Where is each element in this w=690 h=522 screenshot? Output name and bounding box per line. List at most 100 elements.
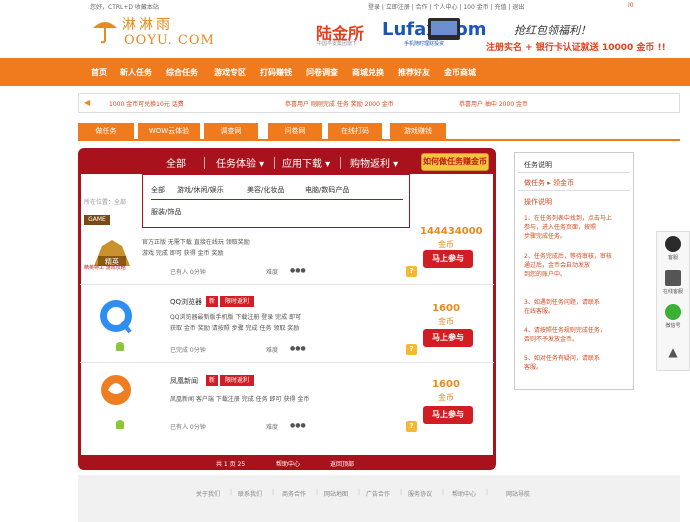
how-to-earn-button[interactable]: 如何做任务赚金币 (421, 153, 489, 171)
task-desc: QQ浏览器最新版手机版 下载注册 登录 完成 即可 (170, 314, 302, 321)
sidebar-step: 否则不予发放金币。 (524, 336, 579, 343)
task-desc: 凤凰新闻 客户端 下载注册 完成 任务 即可 获得 金币 (170, 396, 310, 403)
nav-coin-mall[interactable]: 金币商城 (444, 67, 476, 78)
subtab-game-earn[interactable]: 游戏赚钱 (390, 123, 446, 139)
footer-nav[interactable]: 网站导航 (506, 489, 530, 498)
online-service-button[interactable]: 在线客服 (660, 270, 686, 295)
footer-contact[interactable]: 联系我们 (238, 489, 262, 498)
task-desc: 获取 金币 奖励 请按照 步骤 完成 任务 领取 奖励 (170, 325, 300, 332)
filter-shopping-rebate[interactable]: 购物返利 ▾ (350, 155, 398, 170)
top-bar: 您好，CTRL+D 收藏本站 登录 | 立即注册 | 合作 | 个人中心 | 1… (0, 0, 690, 12)
divider (518, 190, 630, 191)
qq-icon (665, 236, 681, 252)
filter-task-experience[interactable]: 任务体验 ▾ (216, 155, 264, 170)
category-beauty[interactable]: 美容/化妆品 (247, 185, 284, 195)
welcome-text: 您好，CTRL+D 收藏本站 (90, 2, 159, 11)
footer-sitemap[interactable]: 网站地图 (324, 489, 348, 498)
category-electronics[interactable]: 电脑/数码产品 (305, 185, 349, 195)
footer-ads[interactable]: 广告合作 (366, 489, 390, 498)
divider (274, 157, 275, 169)
task-desc: 官方正版 无需下载 直接在线玩 领取奖励 (142, 239, 250, 246)
notice-item[interactable]: 恭喜用户 刚刚完成 任务 奖励 2000 金币 (285, 99, 394, 108)
sidebar-step: 客服。 (524, 364, 543, 371)
logo-chinese[interactable]: 淋淋雨 (122, 14, 173, 34)
footer-business[interactable]: 商务合作 (282, 489, 306, 498)
footer-sep: | (272, 489, 275, 496)
subtab-survey-site[interactable]: 调查网 (204, 123, 258, 139)
join-task-button[interactable]: 马上参与 (423, 406, 473, 424)
task-reward-unit: 金币 (438, 317, 454, 326)
sidebar-step: 在线客服。 (524, 308, 555, 315)
qq-service-button[interactable]: 客服 (660, 236, 686, 261)
umbrella-logo-icon[interactable] (90, 14, 120, 44)
task-meta-time: 已完成 0分钟 (170, 347, 206, 354)
difficulty-stars-icon: ●●● (290, 267, 306, 274)
footer-about[interactable]: 关于我们 (196, 489, 220, 498)
user-links[interactable]: 登录 | 立即注册 | 合作 | 个人中心 | 100 金币 | 充值 | 退出 (368, 2, 524, 11)
nav-captcha[interactable]: 打码赚钱 (260, 67, 292, 78)
game-caption: 精英特工 游戏攻略 (84, 265, 126, 271)
nav-games[interactable]: 游戏专区 (214, 67, 246, 78)
nav-home[interactable]: 首页 (91, 67, 107, 78)
footer-terms[interactable]: 服务协议 (408, 489, 432, 498)
filter-all[interactable]: 全部 (166, 155, 186, 170)
footer-sep: | (316, 489, 319, 496)
sidebar-step: 到您的账户中。 (524, 271, 567, 278)
sidebar-section-title: 操作说明 (524, 198, 552, 206)
banner-promo[interactable]: 注册实名 + 银行卡认证就送 10000 金币 !! (486, 40, 666, 53)
footer-sep: | (400, 489, 403, 496)
task-title[interactable]: 凤凰新闻 (170, 376, 198, 386)
nav-newbie-tasks[interactable]: 新人任务 (120, 67, 152, 78)
nav-mall-exchange[interactable]: 商城兑换 (352, 67, 384, 78)
task-title[interactable]: QQ浏览器 (170, 297, 202, 307)
nav-general-tasks[interactable]: 综合任务 (166, 67, 198, 78)
subtab-wow[interactable]: WOW云体验 (138, 123, 200, 139)
subtab-online-captcha[interactable]: 在线打码 (328, 123, 382, 139)
sidebar-tabs[interactable]: 做任务 ▸ 领金币 (524, 178, 574, 188)
help-icon[interactable]: ? (406, 344, 417, 355)
divider (340, 157, 341, 169)
row-divider (80, 362, 494, 363)
help-icon[interactable]: ? (406, 421, 417, 432)
logo-english[interactable]: OOYU. COM (124, 33, 215, 48)
sidebar-step: 3、如遇到任务问题，请联系 (524, 299, 600, 306)
join-task-button[interactable]: 马上参与 (423, 329, 473, 347)
nav-survey[interactable]: 问卷调查 (306, 67, 338, 78)
row-divider (80, 284, 494, 285)
lufax-ad-sub: 手机随时理财投资 (404, 41, 445, 47)
category-games[interactable]: 游戏/休闲/娱乐 (177, 185, 224, 195)
back-to-top-link[interactable]: 返回顶部 (330, 459, 354, 468)
category-all[interactable]: 全部 (151, 185, 165, 195)
task-desc: 游戏 完成 即可 获得 金币 奖励 (142, 250, 224, 257)
footer-help[interactable]: 帮助中心 (452, 489, 476, 498)
wechat-button[interactable]: 微信号 (660, 304, 686, 329)
task-meta-difficulty: 难度 (266, 347, 279, 354)
new-badge: 新 (206, 375, 218, 386)
task-reward: 1600 (432, 303, 460, 314)
task-reward-unit: 金币 (438, 240, 454, 249)
category-clothing[interactable]: 服装/饰品 (151, 207, 181, 217)
help-center-link[interactable]: 帮助中心 (276, 459, 300, 468)
notice-item[interactable]: 恭喜用户 抽中 2000 金币 (459, 99, 528, 108)
sidebar-step: 1、在任务列表中找到，点击马上 (524, 215, 612, 222)
footer-sep: | (442, 489, 445, 496)
nav-invite[interactable]: 推荐好友 (398, 67, 430, 78)
game-thumbnail[interactable]: 精英 (84, 224, 140, 280)
banner-slogan[interactable]: 抢红包领福利！ (514, 22, 591, 38)
scroll-top-button[interactable]: ▲ (660, 344, 686, 362)
help-icon[interactable]: ? (406, 266, 417, 277)
subtab-do-tasks[interactable]: 做任务 (78, 123, 134, 139)
pagination-info[interactable]: 共 1 页 25 (216, 459, 245, 468)
difficulty-stars-icon: ●●● (290, 422, 306, 429)
ifeng-news-thumbnail[interactable] (88, 368, 144, 424)
subtab-questionnaire[interactable]: 问卷网 (268, 123, 322, 139)
welcome-label: 您好，CTRL+D 收藏本站 (90, 4, 159, 11)
sidebar-step: 通过后，金币会自动发放 (524, 262, 591, 269)
filter-app-download[interactable]: 应用下载 ▾ (282, 155, 330, 170)
category-dropdown: 全部 游戏/休闲/娱乐 美容/化妆品 电脑/数码产品 服装/饰品 (142, 174, 410, 228)
chat-icon (665, 270, 681, 286)
join-task-button[interactable]: 马上参与 (423, 250, 473, 268)
sidebar-step: 步骤完成任务。 (524, 233, 567, 240)
divider (518, 172, 630, 173)
notice-item[interactable]: 1000 金币可兑换10元 话费 (109, 99, 184, 108)
